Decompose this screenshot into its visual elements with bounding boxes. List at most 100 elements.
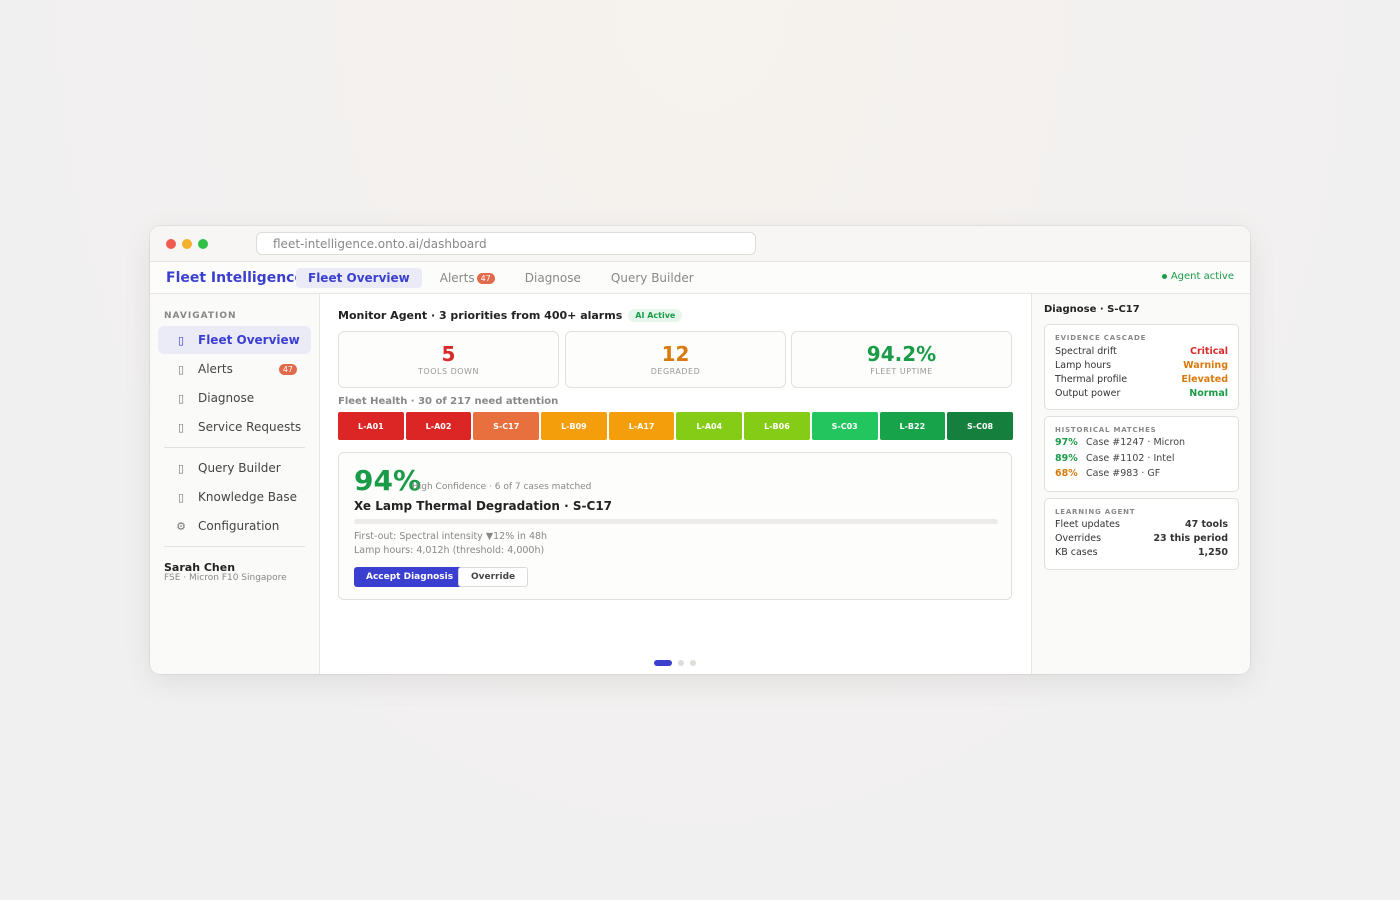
bell-icon: ▯ [177,362,185,376]
learning-row: Overrides 23 this period [1055,533,1228,544]
sidebar-item-label: Fleet Overview [198,333,300,347]
tool-cell-l-a17[interactable]: L-A17 [608,412,675,440]
minimize-window-button[interactable] [182,239,192,249]
carousel-pager [654,660,696,666]
evidence-value: Critical [1189,346,1228,357]
diagnosis-card: 94% High Confidence · 6 of 7 cases match… [338,452,1012,600]
match-percent: 97% [1055,437,1078,448]
tab-label: Fleet Overview [308,271,410,285]
accept-diagnosis-button[interactable]: Accept Diagnosis [354,567,466,587]
learning-agent-card: LEARNING AGENT Fleet updates 47 tools Ove… [1044,498,1239,570]
diagnose-panel: Diagnose · S-C17 EVIDENCE CASCADE Spectr… [1031,294,1250,674]
evidence-row: Thermal profile Elevated [1055,374,1228,385]
stat-card-fleet-uptime: 94.2% FLEET UPTIME [791,331,1012,388]
sidebar-item-alerts[interactable]: ▯ Alerts 47 [158,355,311,383]
tool-cell-s-c03[interactable]: S-C03 [811,412,878,440]
monitor-agent-title: Monitor Agent · 3 priorities from 400+ a… [338,309,623,322]
url-bar[interactable]: fleet-intelligence.onto.ai/dashboard [256,232,756,255]
stat-label: TOOLS DOWN [418,367,479,376]
tool-cell-l-b09[interactable]: L-B09 [541,412,607,440]
first-out-detail: First-out: Spectral intensity ▼12% in 48… [354,531,548,542]
nav-section-title: NAVIGATION [164,311,237,321]
sidebar: NAVIGATION ▯ Fleet Overview ▯ Alerts 47 ▯ D… [150,294,320,674]
evidence-label: Spectral drift [1055,346,1117,357]
gear-icon: ⚙ [176,519,186,533]
nav-divider [164,447,305,448]
tab-query-builder[interactable]: Query Builder [599,268,706,288]
pager-dot-2[interactable] [678,660,684,666]
match-percent: 89% [1055,453,1078,464]
tool-cell-l-a04[interactable]: L-A04 [676,412,743,440]
learning-label: Overrides [1055,533,1102,544]
evidence-label: Lamp hours [1055,360,1112,371]
tool-cell-l-b06[interactable]: L-B06 [744,412,810,440]
tool-cell-l-b22[interactable]: L-B22 [879,412,946,440]
sidebar-item-label: Query Builder [198,461,281,475]
alerts-count-badge: 47 [476,272,495,284]
pager-dot-1[interactable] [654,660,672,666]
tab-label: Query Builder [610,271,694,285]
diagnosis-progress-bar [354,519,998,524]
stat-value: 94.2% [866,342,937,366]
sidebar-item-knowledge-base[interactable]: ▯ Knowledge Base [158,483,311,511]
diagnose-panel-title: Diagnose · S-C17 [1044,304,1140,315]
stat-value: 12 [661,342,690,366]
stat-card-degraded: 12 DEGRADED [565,331,786,388]
tab-diagnose[interactable]: Diagnose [513,268,593,288]
maximize-window-button[interactable] [198,239,208,249]
confidence-value: 94% [354,464,422,497]
monitor-agent-header: Monitor Agent · 3 priorities from 400+ a… [338,309,683,322]
app-header: Fleet Intelligence Fleet Overview Alerts… [150,262,1250,294]
browser-titlebar: fleet-intelligence.onto.ai/dashboard [150,226,1250,262]
card-title: LEARNING AGENT [1055,508,1136,516]
override-button[interactable]: Override [458,567,529,587]
learning-row: KB cases 1,250 [1055,547,1228,558]
sidebar-item-label: Service Requests [198,420,302,434]
close-window-button[interactable] [166,239,176,249]
tab-label: Alerts [439,271,475,285]
sidebar-item-label: Alerts [198,362,233,376]
card-title: EVIDENCE CASCADE [1055,334,1147,342]
sidebar-item-fleet-overview[interactable]: ▯ Fleet Overview [158,326,311,354]
ai-active-badge: AI Active [628,309,683,322]
learning-value: 23 this period [1153,533,1228,544]
sidebar-item-label: Diagnose [198,391,255,405]
match-case: Case #983 · GF [1086,468,1161,479]
sidebar-item-query-builder[interactable]: ▯ Query Builder [158,454,311,482]
history-match-row[interactable]: 89% Case #1102 · Intel [1055,453,1175,464]
tool-cell-l-a02[interactable]: L-A02 [405,412,472,440]
status-dot-icon [1161,273,1167,279]
sidebar-item-service-requests[interactable]: ▯ Service Requests [158,413,311,441]
evidence-cascade-card: EVIDENCE CASCADE Spectral drift Critical … [1044,324,1239,410]
learning-label: Fleet updates [1055,519,1120,530]
history-match-row[interactable]: 97% Case #1247 · Micron [1055,437,1185,448]
confidence-note: High Confidence · 6 of 7 cases matched [412,482,592,492]
sidebar-item-label: Configuration [198,519,280,533]
fleet-health-title: Fleet Health · 30 of 217 need attention [338,396,559,407]
sidebar-item-configuration[interactable]: ⚙ Configuration [158,512,311,540]
history-match-row[interactable]: 68% Case #983 · GF [1055,468,1160,479]
progress-fill [354,519,998,524]
diagnosis-title: Xe Lamp Thermal Degradation · S-C17 [354,499,613,513]
learning-value: 47 tools [1184,519,1228,530]
pager-dot-3[interactable] [690,660,696,666]
evidence-value: Elevated [1181,374,1228,385]
alerts-count-badge: 47 [278,364,297,375]
grid-icon: ▯ [177,333,185,347]
tool-cell-s-c08[interactable]: S-C08 [947,412,1013,440]
tab-alerts[interactable]: Alerts 47 [428,268,507,288]
sidebar-item-diagnose[interactable]: ▯ Diagnose [158,384,311,412]
tool-cell-s-c17[interactable]: S-C17 [473,412,540,440]
query-icon: ▯ [177,461,185,475]
main-content: Monitor Agent · 3 priorities from 400+ a… [320,294,1031,674]
fleet-health-heatmap: L-A01 L-A02 S-C17 L-B09 L-A17 L-A04 L-B0… [338,412,1013,440]
agent-status: Agent active [1161,271,1234,282]
tool-cell-l-a01[interactable]: L-A01 [338,412,404,440]
lamp-hours-detail: Lamp hours: 4,012h (threshold: 4,000h) [354,545,545,556]
historical-matches-card: HISTORICAL MATCHES 97% Case #1247 · Micro… [1044,416,1239,492]
agent-status-label: Agent active [1170,271,1234,282]
stat-value: 5 [441,342,456,366]
learning-row: Fleet updates 47 tools [1055,519,1228,530]
tab-fleet-overview[interactable]: Fleet Overview [296,268,422,288]
brand-title: Fleet Intelligence [166,270,304,286]
